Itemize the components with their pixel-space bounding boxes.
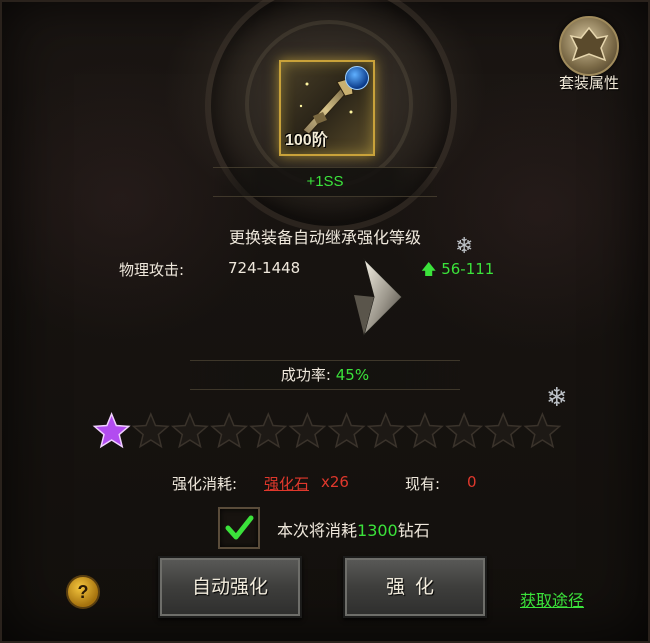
auto-enhance-button[interactable]: 自动强化 xyxy=(158,556,302,618)
snowflake-icon: ❄ xyxy=(546,383,568,413)
blue-orb-icon xyxy=(345,66,369,90)
equipment-slot[interactable]: 100阶 xyxy=(279,60,375,156)
item-grade: +1SS xyxy=(213,167,437,197)
owned-value: 0 xyxy=(467,473,477,491)
star-empty xyxy=(249,412,288,449)
cost-label: 强化消耗: xyxy=(172,475,238,493)
arrow-up-icon: 🡅 xyxy=(421,260,437,278)
star-empty xyxy=(366,412,405,449)
stat-name: 物理攻击: xyxy=(119,261,185,279)
star-empty xyxy=(405,412,444,449)
cost-quantity: x26 xyxy=(321,473,349,491)
enhance-stone-link[interactable]: 强化石 xyxy=(264,473,309,494)
snowflake-icon: ❄ xyxy=(455,234,474,259)
diamond-suffix: 钻石 xyxy=(397,521,430,540)
owned-label: 现有: xyxy=(405,475,441,493)
success-rate-label: 成功率: xyxy=(280,366,331,384)
help-icon[interactable]: ? xyxy=(66,575,100,609)
stat-value: 724-1448 xyxy=(228,259,301,277)
diamond-amount: 1300 xyxy=(357,521,398,540)
arrow-right-icon xyxy=(354,257,403,337)
set-emblem-icon xyxy=(559,16,619,76)
success-rate-value: 45% xyxy=(335,366,370,384)
star-empty xyxy=(131,412,170,449)
enhance-button[interactable]: 强化 xyxy=(343,556,487,618)
star-empty xyxy=(288,412,327,449)
star-empty xyxy=(484,412,523,449)
item-tier-label: 100阶 xyxy=(285,132,328,149)
star-rating xyxy=(92,411,562,451)
star-empty xyxy=(210,412,249,449)
star-empty xyxy=(327,412,366,449)
get-source-link[interactable]: 获取途径 xyxy=(520,587,584,611)
star-filled xyxy=(92,412,131,449)
diamond-prefix: 本次将消耗 xyxy=(277,521,358,540)
stat-gain-value: 56-111 xyxy=(441,260,495,278)
star-empty xyxy=(523,412,562,449)
checkmark-icon xyxy=(225,515,254,540)
set-attributes-label: 套装属性 xyxy=(558,74,619,92)
use-diamond-checkbox[interactable] xyxy=(218,507,260,549)
star-empty xyxy=(445,412,484,449)
star-empty xyxy=(170,412,209,449)
diamond-cost-text: 本次将消耗1300钻石 xyxy=(277,517,430,541)
inherit-notice: 更换装备自动继承强化等级 xyxy=(228,228,421,247)
success-rate-bar: 成功率: 45% xyxy=(190,360,460,390)
set-attributes-button[interactable]: 套装属性 xyxy=(549,16,629,96)
stat-gain: 🡅 56-111 xyxy=(421,259,494,284)
